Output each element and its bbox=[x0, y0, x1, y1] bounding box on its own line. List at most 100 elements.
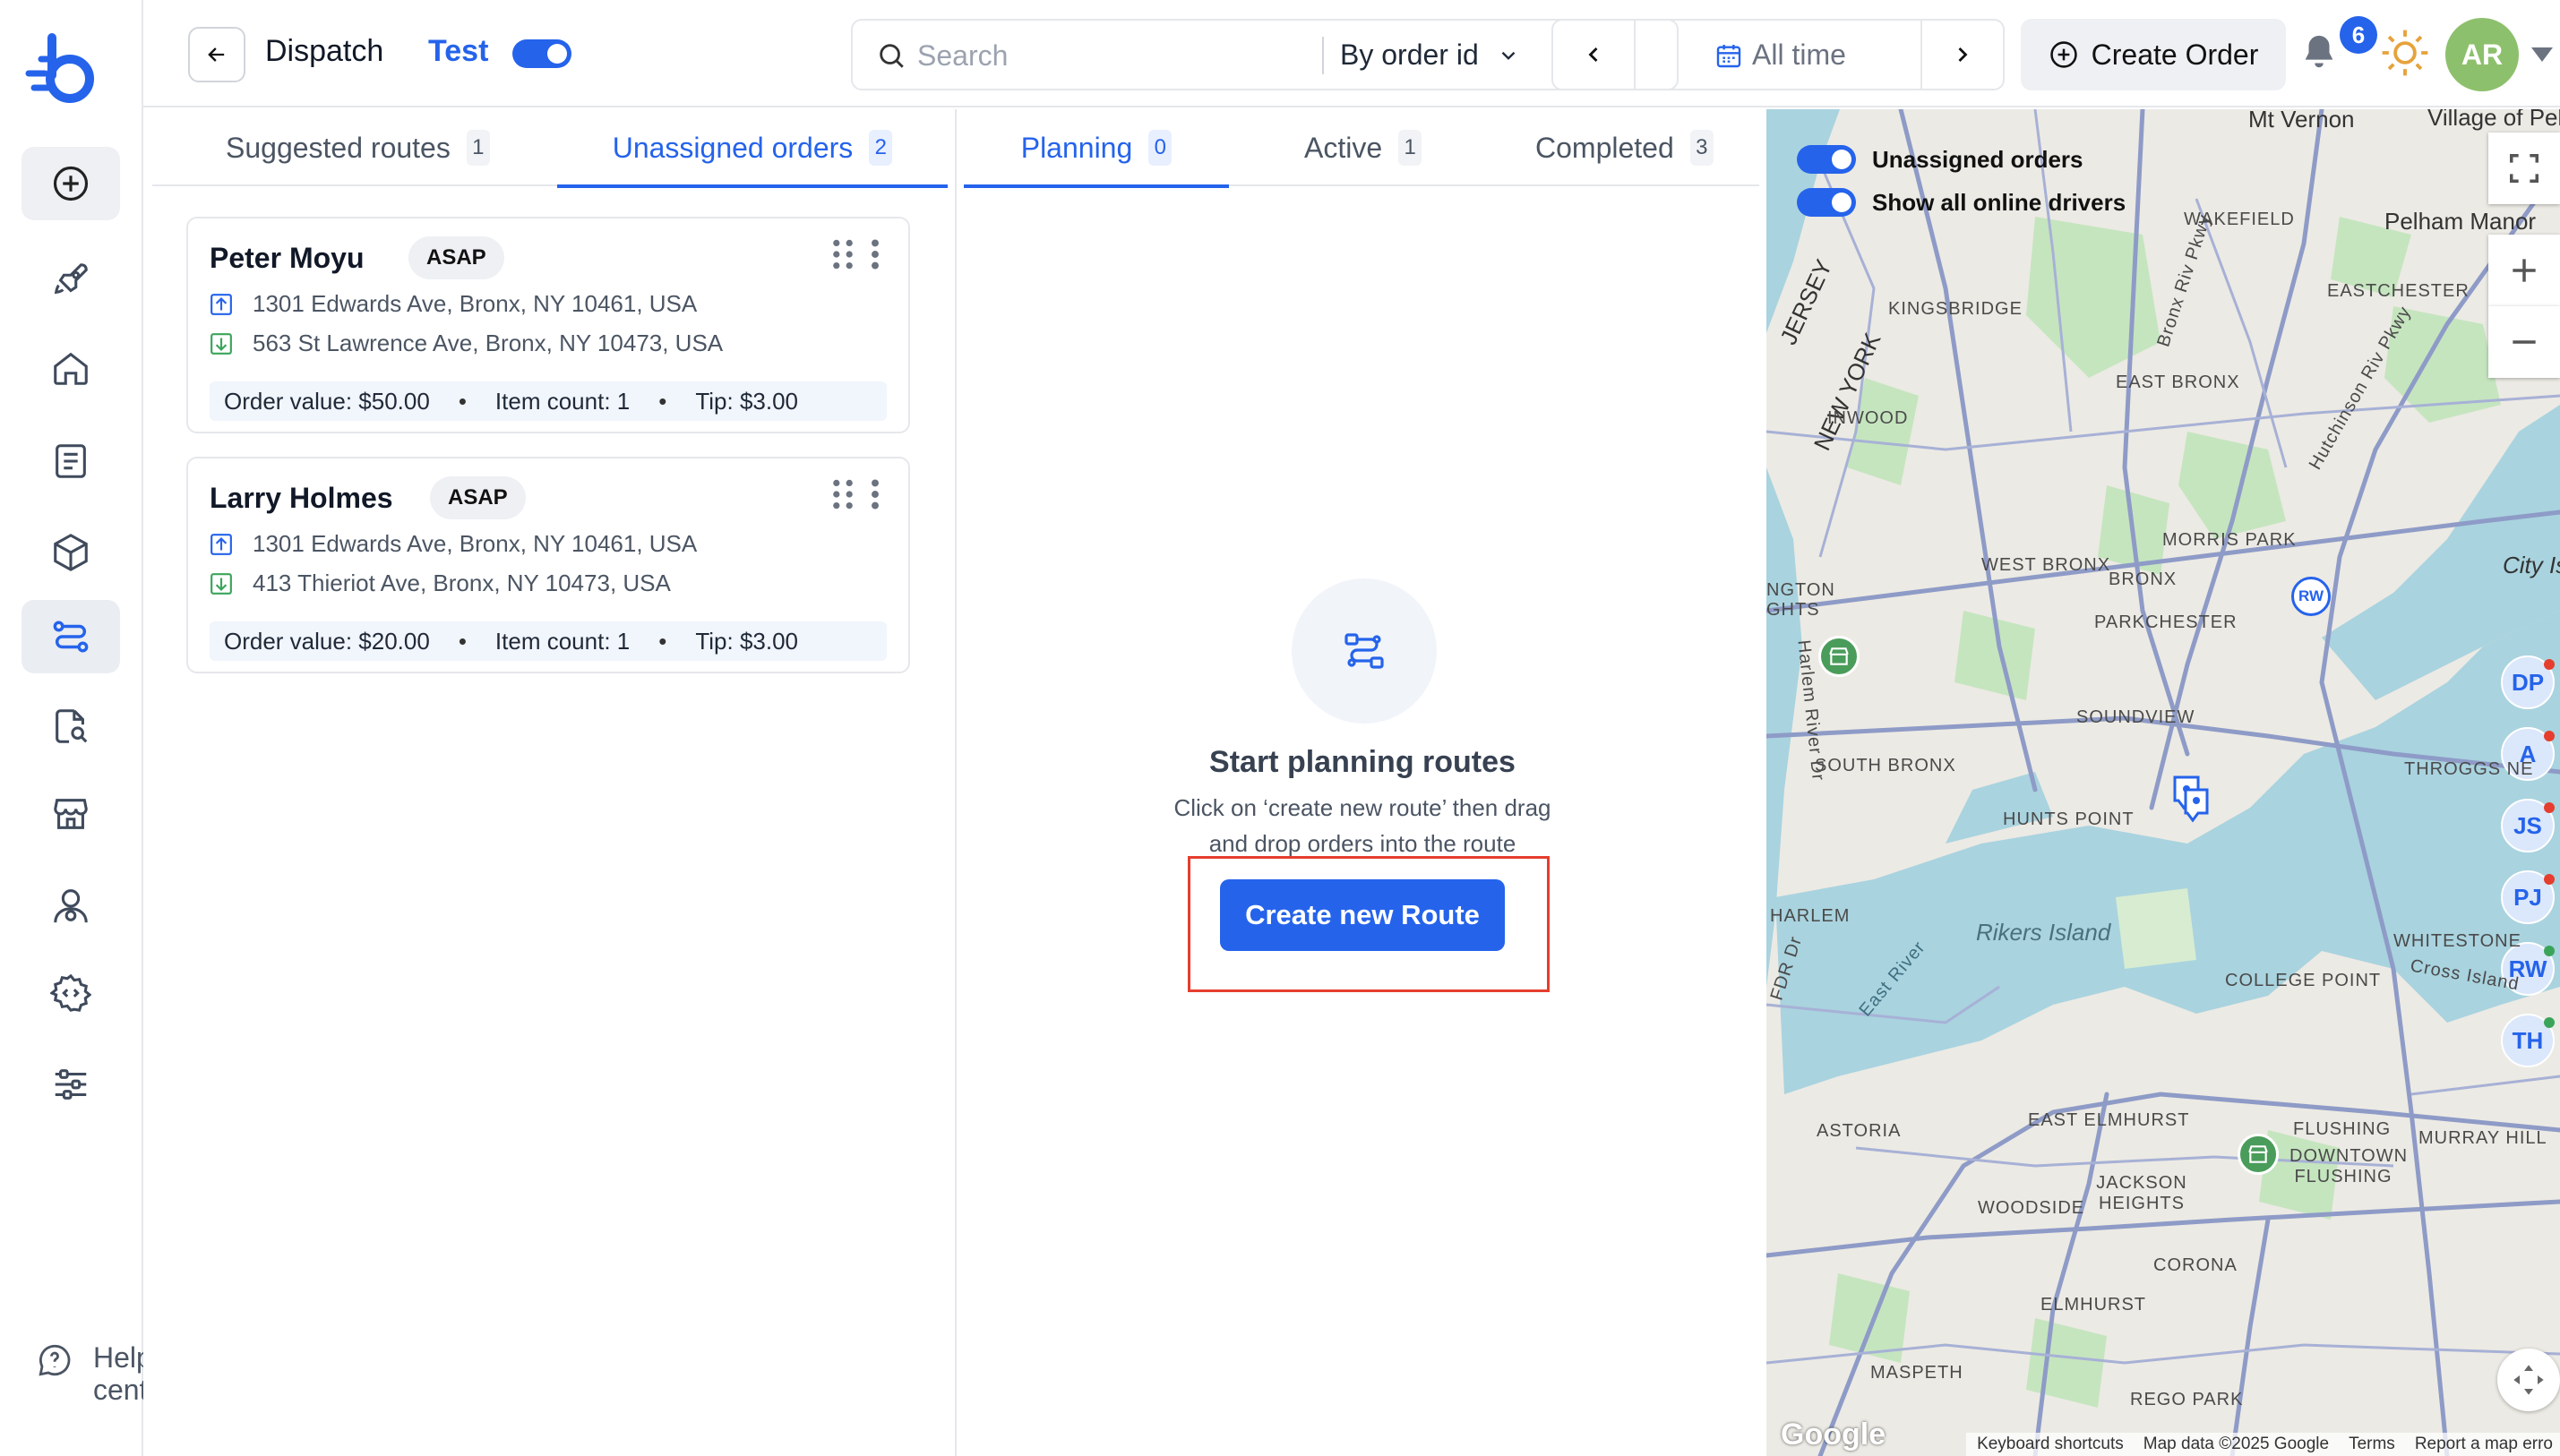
user-avatar[interactable]: AR bbox=[2445, 18, 2519, 91]
route-planning-icon bbox=[1292, 578, 1437, 724]
driver-marker[interactable]: DP bbox=[2501, 655, 2555, 709]
date-prev-button[interactable] bbox=[1553, 21, 1636, 89]
zoom-out-button[interactable] bbox=[2488, 306, 2560, 378]
toggle-switch[interactable] bbox=[1797, 145, 1856, 174]
drag-handle-icon[interactable] bbox=[831, 478, 855, 510]
dropoff-address-row: 413 Thieriot Ave, Bronx, NY 10473, USA bbox=[210, 570, 671, 597]
tab-completed[interactable]: Completed 3 bbox=[1535, 109, 1714, 186]
map-pan-control[interactable] bbox=[2497, 1349, 2560, 1411]
tab-suggested-routes[interactable]: Suggested routes 1 bbox=[226, 109, 490, 186]
report-error-link[interactable]: Report a map erro bbox=[2415, 1435, 2553, 1454]
search-icon bbox=[876, 40, 906, 71]
status-dot bbox=[2544, 1017, 2555, 1028]
more-options-icon[interactable] bbox=[869, 238, 881, 270]
status-dot bbox=[2544, 946, 2555, 956]
tab-count: 2 bbox=[869, 130, 893, 166]
date-range-selector[interactable]: All time bbox=[1714, 39, 1846, 72]
map-label: THROGGS NE bbox=[2404, 759, 2534, 779]
theme-toggle-button[interactable] bbox=[2379, 27, 2431, 79]
fullscreen-button[interactable] bbox=[2488, 133, 2560, 204]
empty-state-title: Start planning routes bbox=[1209, 745, 1516, 779]
tip-amount: Tip: $3.00 bbox=[695, 387, 799, 415]
map-toggle-online-drivers[interactable]: Show all online drivers bbox=[1797, 188, 2126, 217]
tab-label: Active bbox=[1304, 131, 1383, 164]
sidebar-item-launch[interactable] bbox=[21, 244, 120, 317]
sidebar-item-stores[interactable] bbox=[21, 777, 120, 851]
zoom-in-button[interactable] bbox=[2488, 235, 2560, 306]
dropoff-address: 413 Thieriot Ave, Bronx, NY 10473, USA bbox=[253, 570, 671, 596]
map-label: Mt Vernon bbox=[2248, 109, 2355, 133]
map-data-text: Map data ©2025 Google bbox=[2143, 1435, 2330, 1453]
back-button[interactable] bbox=[188, 27, 245, 82]
top-header: Dispatch Test By order id bbox=[143, 0, 2560, 107]
item-count: Item count: 1 bbox=[494, 387, 631, 415]
search-input[interactable] bbox=[917, 33, 1276, 78]
map-toggle-label: Unassigned orders bbox=[1872, 145, 2083, 173]
sidebar-item-products[interactable] bbox=[21, 516, 120, 589]
terms-link[interactable]: Terms bbox=[2349, 1435, 2395, 1454]
dropoff-arrow-icon bbox=[210, 572, 233, 595]
plus-circle-icon bbox=[52, 165, 90, 202]
page-title: Dispatch bbox=[265, 34, 384, 68]
notification-count-badge: 6 bbox=[2340, 16, 2377, 54]
sliders-icon bbox=[50, 1064, 91, 1105]
map-label: MURRAY HILL bbox=[2418, 1128, 2547, 1148]
account-menu-caret-icon[interactable] bbox=[2530, 45, 2555, 64]
map-label: Pelham Manor bbox=[2384, 208, 2537, 235]
map-toggle-unassigned-orders[interactable]: Unassigned orders bbox=[1797, 145, 2083, 174]
map-label: City Is bbox=[2503, 552, 2560, 578]
store-location-pin[interactable] bbox=[2238, 1134, 2279, 1175]
map-label: MASPETH bbox=[1870, 1363, 1963, 1383]
test-mode-toggle[interactable] bbox=[512, 39, 571, 68]
order-location-pin[interactable] bbox=[2171, 774, 2211, 827]
store-icon bbox=[2246, 1143, 2270, 1166]
item-count: Item count: 1 bbox=[494, 627, 631, 655]
sidebar-item-orders[interactable] bbox=[21, 424, 120, 498]
map-label: WOODSIDE bbox=[1978, 1198, 2085, 1218]
date-next-button[interactable] bbox=[1920, 21, 2003, 89]
order-card[interactable]: Larry Holmes ASAP 1301 Edwards Ave, Bron… bbox=[186, 457, 910, 673]
keyboard-shortcuts-link[interactable]: Keyboard shortcuts bbox=[1977, 1435, 2124, 1454]
map-label: SOUTH BRONX bbox=[1815, 756, 1956, 775]
map-label: COLLEGE POINT bbox=[2225, 971, 2382, 990]
drag-handle-icon[interactable] bbox=[831, 238, 855, 270]
driver-marker[interactable]: TH bbox=[2501, 1014, 2555, 1067]
plus-icon bbox=[2507, 253, 2541, 287]
store-location-pin[interactable] bbox=[1818, 636, 1860, 677]
sidebar-item-reports[interactable] bbox=[21, 689, 120, 763]
sidebar-item-settings[interactable] bbox=[21, 1048, 120, 1121]
dropoff-arrow-icon bbox=[210, 332, 233, 355]
status-dot bbox=[2544, 874, 2555, 885]
driver-marker[interactable]: PJ bbox=[2501, 870, 2555, 924]
map-view[interactable]: Unassigned orders Show all online driver… bbox=[1766, 109, 2560, 1456]
pickup-arrow-icon bbox=[210, 533, 233, 556]
map-toggle-label: Show all online drivers bbox=[1872, 188, 2126, 216]
toggle-switch[interactable] bbox=[1797, 188, 1856, 217]
driver-location-pin[interactable]: RW bbox=[2291, 577, 2331, 616]
sidebar-item-new[interactable] bbox=[21, 147, 120, 220]
sidebar-item-drivers[interactable] bbox=[21, 869, 120, 942]
more-options-icon[interactable] bbox=[869, 478, 881, 510]
help-center-link[interactable]: Help center bbox=[36, 1341, 143, 1406]
search-filter-select[interactable]: By order id bbox=[1340, 39, 1520, 72]
app-logo[interactable] bbox=[25, 32, 102, 104]
map-label: DOWNTOWN FLUSHING bbox=[2289, 1146, 2409, 1186]
create-new-route-button[interactable]: Create new Route bbox=[1220, 879, 1505, 951]
notifications-button[interactable] bbox=[2298, 32, 2340, 73]
sidebar-item-home[interactable] bbox=[21, 331, 120, 405]
map-label: SOUNDVIEW bbox=[2076, 707, 2195, 727]
arrow-left-icon bbox=[204, 42, 229, 67]
tab-active[interactable]: Active 1 bbox=[1304, 109, 1422, 186]
separator-dot: • bbox=[658, 627, 667, 655]
chevron-left-icon bbox=[1581, 42, 1606, 67]
tab-planning[interactable]: Planning 0 bbox=[964, 109, 1229, 188]
sidebar-item-developer[interactable] bbox=[21, 956, 120, 1030]
status-dot bbox=[2544, 659, 2555, 670]
map-label: NGTON bbox=[1766, 580, 1835, 600]
order-card[interactable]: Peter Moyu ASAP 1301 Edwards Ave, Bronx,… bbox=[186, 217, 910, 433]
sidebar-item-dispatch[interactable] bbox=[21, 600, 120, 673]
driver-marker[interactable]: JS bbox=[2501, 799, 2555, 852]
create-order-button[interactable]: Create Order bbox=[2021, 19, 2286, 90]
order-meta: Order value: $50.00 • Item count: 1 • Ti… bbox=[210, 381, 887, 421]
tab-unassigned-orders[interactable]: Unassigned orders 2 bbox=[557, 109, 948, 188]
